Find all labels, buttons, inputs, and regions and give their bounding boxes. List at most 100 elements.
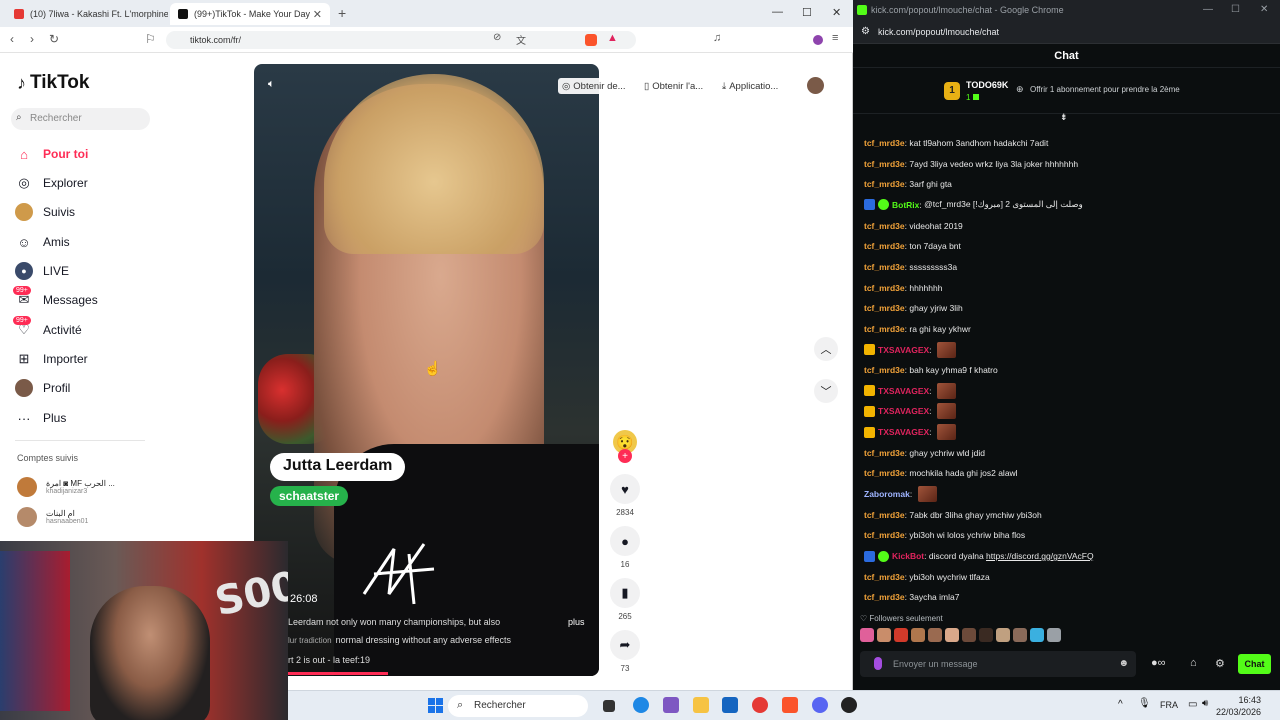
tiktok-logo[interactable]: ♪ TikTok — [17, 72, 89, 94]
previous-video-button[interactable]: ︿ — [814, 337, 838, 361]
bookmark-action[interactable]: ▮ 265 — [610, 578, 640, 621]
emote-icon[interactable] — [1013, 628, 1027, 642]
maximize-button[interactable]: ☐ — [802, 6, 812, 19]
file-explorer-icon[interactable] — [693, 697, 709, 713]
chat-username[interactable]: tcf_mrd3e — [864, 448, 905, 458]
windows-start-icon[interactable] — [428, 698, 443, 713]
tab-youtube[interactable]: (10) 7liwa - Kakashi Ft. L'morphine - — [6, 3, 168, 25]
pinned-gift-banner[interactable]: 1 TODO69K 1 ⊕ Offrir 1 abonnement pour p… — [853, 68, 1280, 114]
chat-username[interactable]: Zaboromak — [864, 489, 910, 499]
chat-username[interactable]: tcf_mrd3e — [864, 241, 905, 251]
mic-tray-icon[interactable]: 🎙︎ — [1138, 698, 1151, 709]
pinned-toggle-icon[interactable]: ⇟ — [1060, 112, 1068, 123]
chat-username[interactable]: tcf_mrd3e — [864, 303, 905, 313]
edge-icon[interactable] — [633, 697, 649, 713]
obs-icon[interactable] — [841, 697, 857, 713]
tracking-icon[interactable]: ⊘ — [493, 32, 501, 43]
emote-icon[interactable] — [945, 628, 959, 642]
chevron-up-icon[interactable]: ^ — [1118, 699, 1123, 710]
chat-username[interactable]: tcf_mrd3e — [864, 365, 905, 375]
tab-tiktok[interactable]: (99+)TikTok - Make Your Day ✕ — [170, 3, 330, 25]
bookmark-icon[interactable]: ⚐ — [145, 32, 156, 46]
user-avatar[interactable] — [807, 77, 824, 94]
emoji-icon[interactable]: ☻ — [1118, 658, 1129, 669]
close-window-button[interactable]: ✕ — [832, 6, 841, 19]
minimize-button[interactable]: — — [1203, 4, 1213, 15]
chat-username[interactable]: TXSAVAGEX — [878, 406, 929, 416]
points-icon[interactable]: ●∞ — [1151, 657, 1166, 669]
brave-icon[interactable] — [782, 697, 798, 713]
chat-username[interactable]: tcf_mrd3e — [864, 138, 905, 148]
nav-following[interactable]: Suivis — [15, 201, 75, 223]
nav-friends[interactable]: ☺ Amis — [15, 231, 69, 253]
mic-icon[interactable] — [874, 657, 882, 670]
nav-live[interactable]: ● LIVE — [15, 260, 69, 282]
url-field[interactable]: tiktok.com/fr/ — [166, 31, 636, 49]
task-view-icon[interactable] — [603, 700, 615, 712]
volume-icon[interactable]: 🔊︎ — [1202, 698, 1208, 709]
site-info-icon[interactable]: ⚙ — [861, 26, 870, 37]
discord-icon[interactable] — [812, 697, 828, 713]
chat-username[interactable]: TXSAVAGEX — [878, 386, 929, 396]
chat-username[interactable]: tcf_mrd3e — [864, 530, 905, 540]
extension-icon[interactable] — [813, 35, 823, 45]
chat-username[interactable]: TXSAVAGEX — [878, 345, 929, 355]
settings-gear-icon[interactable]: ⚙ — [1215, 657, 1225, 670]
chat-username[interactable]: TXSAVAGEX — [878, 427, 929, 437]
chat-username[interactable]: tcf_mrd3e — [864, 262, 905, 272]
chat-username[interactable]: tcf_mrd3e — [864, 179, 905, 189]
rewards-icon[interactable]: ▲ — [607, 32, 618, 44]
video-progress-bar[interactable] — [288, 672, 388, 675]
forward-icon[interactable]: › — [30, 32, 34, 46]
emote-icon[interactable] — [877, 628, 891, 642]
next-video-button[interactable]: ﹀ — [814, 379, 838, 403]
search-input[interactable]: ⌕ Rechercher — [11, 108, 150, 130]
chat-username[interactable]: tcf_mrd3e — [864, 510, 905, 520]
followed-account[interactable]: امرة ◙ MF الحرب ... khadijanizar3 — [17, 477, 115, 497]
nav-profile[interactable]: Profil — [15, 377, 70, 399]
chat-address-bar[interactable]: ⚙ kick.com/popout/lmouche/chat — [853, 21, 1280, 44]
emote-icon[interactable] — [1047, 628, 1061, 642]
chat-username[interactable]: BotRix — [892, 200, 919, 210]
chat-link[interactable]: https://discord.gg/gznVAcFQ — [986, 551, 1094, 561]
clock[interactable]: 16:43 22/03/2026 — [1216, 694, 1261, 718]
desktop-app-button[interactable]: ⤓ Applicatio... — [718, 78, 783, 94]
store-icon[interactable]: ⌂ — [1190, 657, 1197, 669]
language-indicator[interactable]: FRA — [1160, 700, 1178, 710]
emote-icon[interactable] — [860, 628, 874, 642]
emote-icon[interactable] — [962, 628, 976, 642]
new-tab-button[interactable]: + — [338, 5, 346, 21]
minimize-button[interactable]: — — [772, 6, 783, 18]
chat-username[interactable]: tcf_mrd3e — [864, 324, 905, 334]
chat-username[interactable]: tcf_mrd3e — [864, 221, 905, 231]
emote-icon[interactable] — [911, 628, 925, 642]
emote-icon[interactable] — [894, 628, 908, 642]
like-action[interactable]: ♥ 2834 — [610, 474, 640, 517]
chrome-icon[interactable] — [752, 697, 768, 713]
store-app-icon[interactable] — [722, 697, 738, 713]
emote-icon[interactable] — [979, 628, 993, 642]
close-tab-icon[interactable]: ✕ — [313, 8, 322, 21]
emote-icon[interactable] — [1030, 628, 1044, 642]
chat-username[interactable]: tcf_mrd3e — [864, 283, 905, 293]
nav-upload[interactable]: ⊞ Importer — [15, 348, 88, 370]
emote-icon[interactable] — [928, 628, 942, 642]
brave-shield-icon[interactable] — [585, 34, 597, 46]
translate-icon[interactable]: 文 — [516, 32, 526, 47]
reload-icon[interactable]: ↻ — [49, 32, 59, 46]
chat-username[interactable]: tcf_mrd3e — [864, 572, 905, 582]
emote-icon[interactable] — [996, 628, 1010, 642]
share-action[interactable]: ➦ 73 — [610, 630, 640, 673]
media-icon[interactable]: ♫ — [713, 32, 721, 44]
nav-more[interactable]: ··· Plus — [15, 407, 67, 429]
comment-action[interactable]: ● 16 — [610, 526, 640, 569]
send-chat-button[interactable]: Chat — [1238, 654, 1271, 674]
get-app-button[interactable]: ▯ Obtenir l'a... — [640, 78, 708, 94]
close-window-button[interactable]: ✕ — [1260, 4, 1268, 15]
copilot-icon[interactable] — [663, 697, 679, 713]
network-icon[interactable]: ▭ — [1188, 699, 1197, 710]
volume-icon[interactable]: 🔈︎ — [268, 78, 275, 91]
nav-messages[interactable]: ✉ 99+ Messages — [13, 286, 98, 311]
get-coins-button[interactable]: ◎ Obtenir de... — [558, 78, 630, 94]
chat-message-input[interactable]: Envoyer un message ☻ — [860, 651, 1136, 677]
